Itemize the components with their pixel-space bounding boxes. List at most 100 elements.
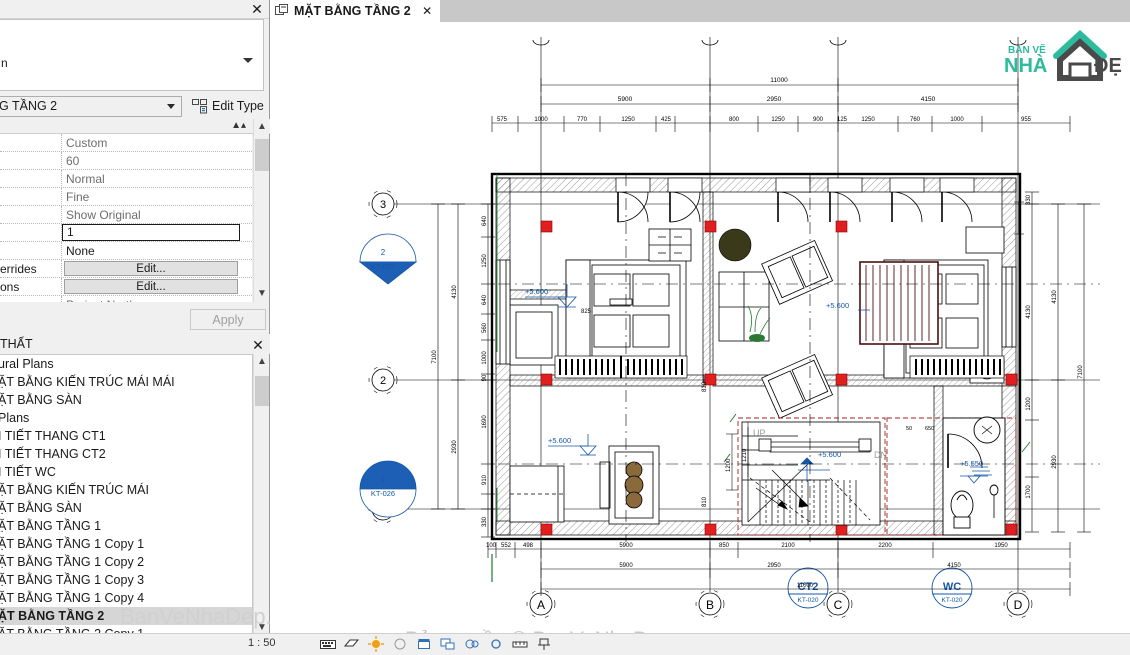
property-value[interactable]: None [62, 242, 252, 260]
svg-text:2930: 2930 [1052, 455, 1058, 469]
svg-text:498: 498 [523, 543, 534, 549]
property-row[interactable]: errides Edit... [0, 259, 252, 278]
svg-text:2: 2 [380, 375, 386, 387]
browser-item[interactable]: ẶT BẰNG KIẾN TRÚC MÁI MÁI [0, 373, 252, 391]
scrollbar-thumb[interactable] [255, 376, 269, 406]
scale-icon[interactable] [512, 636, 528, 652]
svg-text:5900: 5900 [619, 563, 633, 569]
close-icon[interactable]: ✕ [250, 337, 266, 353]
browser-item[interactable]: Plans [0, 409, 252, 427]
property-value[interactable]: Show Original [62, 206, 252, 224]
browser-item[interactable]: ẶT BẰNG TẦNG 1 Copy 2 [0, 553, 252, 571]
property-name [0, 187, 62, 206]
apply-button[interactable]: Apply [190, 309, 266, 330]
edit-type-button[interactable]: Edit Type [190, 96, 264, 117]
svg-text:7100: 7100 [432, 350, 438, 364]
svg-text:4130: 4130 [1052, 290, 1058, 304]
property-value[interactable]: Project North [62, 296, 252, 303]
svg-text:800: 800 [729, 117, 740, 123]
browser-item[interactable]: ẶT BẰNG TẦNG 1 Copy 3 [0, 571, 252, 589]
scrollbar-thumb[interactable] [255, 139, 269, 171]
browser-item[interactable]: I TIẾT THANG CT2 [0, 445, 252, 463]
property-row[interactable]: ons Edit... [0, 277, 252, 296]
property-row[interactable]: Project North [0, 295, 252, 303]
tab-mat-bang-tang-2[interactable]: MẶT BẰNG TẦNG 2 ✕ [270, 0, 441, 22]
browser-item[interactable]: I TIẾT WC [0, 463, 252, 481]
svg-text:4130: 4130 [452, 285, 458, 299]
svg-text:C: C [834, 598, 843, 612]
browser-item[interactable]: ẶT BẰNG SÀN [0, 499, 252, 517]
property-name: ons [0, 277, 62, 296]
scroll-down-icon[interactable]: ▼ [254, 286, 270, 302]
hide-icon[interactable] [440, 636, 456, 652]
shadow-icon[interactable] [464, 636, 480, 652]
browser-item[interactable]: ural Plans [0, 355, 252, 373]
svg-text:KT-020: KT-020 [942, 597, 963, 604]
left-panel-column: ✕ n G TẦNG 2 Edit Type ▲▴ Custom 60 Norm… [0, 0, 283, 655]
property-row[interactable]: Custom [0, 134, 252, 152]
scroll-up-icon[interactable]: ▲ [254, 354, 270, 370]
sun-icon[interactable] [368, 636, 384, 652]
svg-text:1250: 1250 [482, 254, 488, 268]
property-value[interactable]: 60 [62, 152, 252, 170]
browser-item[interactable]: ẶT BẰNG TẦNG 1 Copy 1 [0, 535, 252, 553]
svg-text:B: B [706, 598, 714, 612]
project-browser-titlebar: THẤT ✕ [0, 336, 270, 354]
properties-titlebar: ✕ [0, 0, 269, 19]
chevron-down-icon[interactable] [243, 58, 253, 63]
property-value[interactable]: Custom [62, 134, 252, 152]
browser-item[interactable]: ẶT BẰNG KIẾN TRÚC MÁI [0, 481, 252, 499]
svg-text:WC: WC [943, 581, 961, 593]
svg-text:575: 575 [497, 117, 508, 123]
pin-icon[interactable] [536, 636, 552, 652]
svg-text:+5.600: +5.600 [548, 436, 571, 445]
properties-scrollbar[interactable]: ▲ ▼ [253, 119, 269, 302]
svg-text:330: 330 [482, 516, 488, 527]
drawing-canvas[interactable]: 3 2 1 A B [270, 22, 1130, 633]
browser-item-selected[interactable]: ẶT BẰNG TẦNG 2 [0, 607, 252, 625]
svg-text:810: 810 [702, 496, 708, 507]
type-selector-value: G TẦNG 2 [0, 99, 58, 113]
svg-text:560: 560 [482, 322, 488, 333]
site-logo: BẢN VẼ NHÀ ĐẸP [1004, 29, 1122, 81]
browser-item[interactable]: ẶT BẰNG TẦNG 1 [0, 517, 252, 535]
browser-item[interactable]: ẶT BẰNG TẦNG 1 Copy 4 [0, 589, 252, 607]
close-icon[interactable]: ✕ [422, 0, 432, 22]
property-row[interactable]: None [0, 241, 252, 260]
scroll-up-icon[interactable]: ▲ [254, 119, 270, 135]
property-value[interactable]: Normal [62, 170, 252, 188]
property-row[interactable]: Show Original [0, 205, 252, 224]
keyboard-icon[interactable] [320, 636, 336, 652]
svg-text:850: 850 [719, 543, 730, 549]
svg-text:A: A [537, 598, 545, 612]
svg-text:955: 955 [1021, 117, 1032, 123]
type-selector[interactable]: G TẦNG 2 [0, 96, 182, 117]
edit-button[interactable]: Edit... [64, 278, 238, 294]
property-row[interactable]: Fine [0, 187, 252, 206]
svg-text:D: D [1014, 598, 1023, 612]
svg-text:2950: 2950 [767, 563, 781, 569]
collapse-all-icon[interactable]: ▲▴ [231, 120, 246, 131]
crop-icon[interactable] [416, 636, 432, 652]
property-value[interactable]: Fine [62, 188, 252, 206]
property-row[interactable]: 60 [0, 151, 252, 170]
svg-text:11000: 11000 [770, 77, 788, 84]
property-value-input[interactable]: 1 [62, 224, 240, 241]
property-name [0, 241, 62, 260]
svg-text:552: 552 [501, 543, 512, 549]
edit-button[interactable]: Edit... [64, 260, 238, 276]
browser-item[interactable]: I TIẾT THANG CT1 [0, 427, 252, 445]
browser-item[interactable]: ẶT BẰNG SÀN [0, 391, 252, 409]
svg-text:UP: UP [753, 428, 766, 438]
properties-grid-header: ▲▴ [0, 119, 270, 134]
project-browser-scrollbar[interactable]: ▲ ▼ [253, 354, 269, 636]
circle-icon[interactable] [392, 636, 408, 652]
property-row[interactable]: Normal [0, 169, 252, 188]
render-icon[interactable] [488, 636, 504, 652]
property-name [0, 169, 62, 188]
property-row[interactable]: 1 [0, 223, 252, 242]
edit-type-icon [192, 99, 207, 114]
close-icon[interactable]: ✕ [249, 1, 265, 17]
model-icon[interactable] [344, 636, 360, 652]
svg-text:+5.600: +5.600 [826, 301, 849, 310]
